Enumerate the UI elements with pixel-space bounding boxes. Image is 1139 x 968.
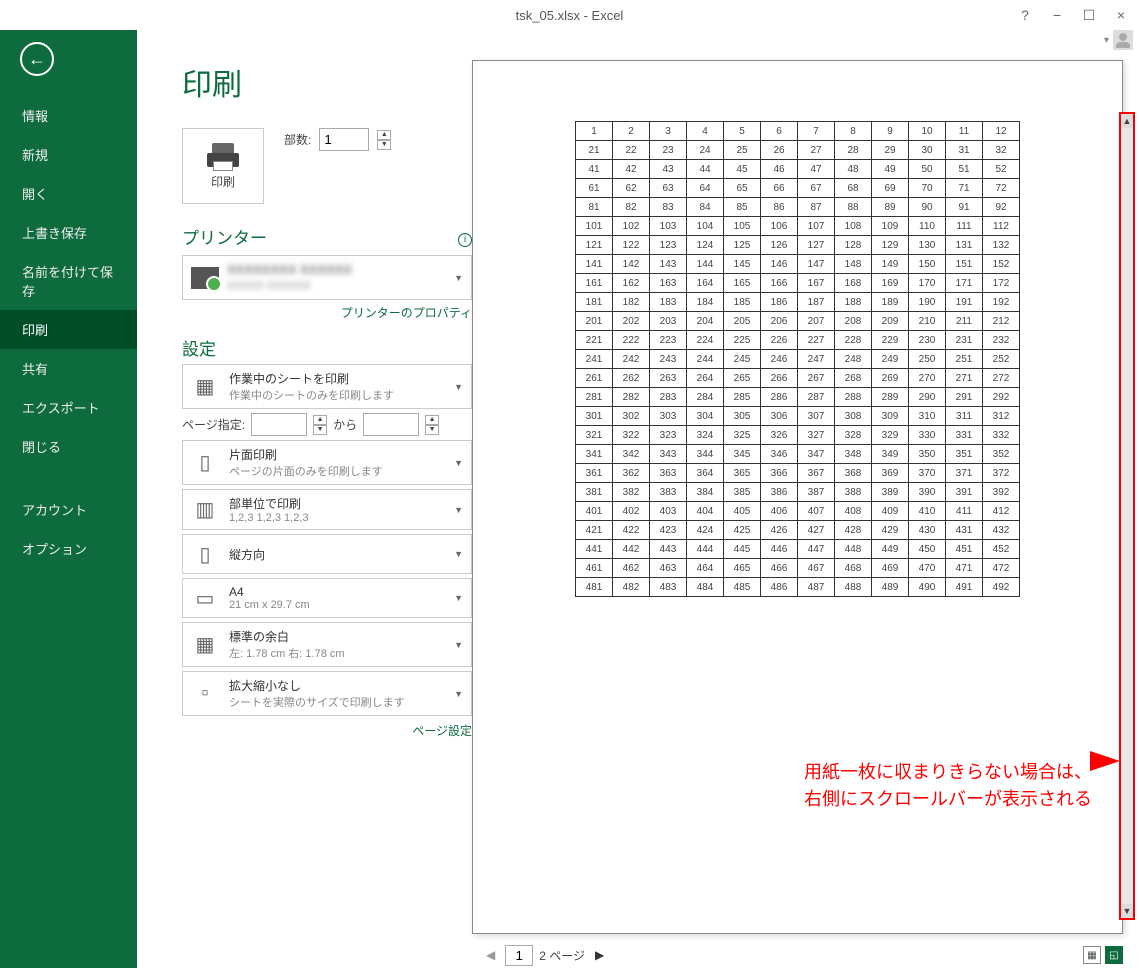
chevron-down-icon: ▼ bbox=[454, 549, 463, 559]
chevron-down-icon: ▼ bbox=[454, 689, 463, 699]
backstage-sidebar: ← 情報新規開く上書き保存名前を付けて保存印刷共有エクスポート閉じるアカウントオ… bbox=[0, 30, 137, 968]
setting-icon: ▭ bbox=[191, 584, 219, 612]
close-button[interactable]: × bbox=[1109, 5, 1133, 25]
copies-label: 部数: bbox=[284, 131, 311, 148]
print-preview: 1234567891011122122232425262728293031324… bbox=[472, 60, 1123, 934]
nav-item-3[interactable]: 上書き保存 bbox=[0, 213, 137, 252]
nav-item-4[interactable]: 名前を付けて保存 bbox=[0, 252, 137, 310]
copies-down[interactable]: ▼ bbox=[377, 140, 391, 150]
preview-scrollbar[interactable]: ▲ ▼ bbox=[1119, 112, 1135, 920]
page-to-input[interactable] bbox=[363, 413, 419, 436]
chevron-down-icon: ▼ bbox=[454, 458, 463, 468]
scroll-down-button[interactable]: ▼ bbox=[1121, 904, 1133, 918]
setting-icon: ▥ bbox=[191, 496, 219, 524]
nav-item-2[interactable]: 開く bbox=[0, 174, 137, 213]
user-avatar[interactable] bbox=[1113, 30, 1133, 50]
printer-selector[interactable]: XXXXXXXX XXXXXX XXXXX XXXXXX ▼ bbox=[182, 255, 472, 300]
chevron-down-icon: ▼ bbox=[454, 640, 463, 650]
nav-item-5[interactable]: 印刷 bbox=[0, 310, 137, 349]
page-from-input[interactable] bbox=[251, 413, 307, 436]
setting-icon: ▯ bbox=[191, 540, 219, 568]
annotation-text: 用紙一枚に収まりきらない場合は、 右側にスクロールバーが表示される bbox=[804, 759, 1092, 813]
page-range-label: ページ指定: bbox=[182, 416, 245, 433]
page-total-label: 2 ページ bbox=[539, 947, 585, 964]
next-page-button[interactable]: ▶ bbox=[591, 948, 608, 962]
setting-box-1[interactable]: ▯片面印刷ページの片面のみを印刷します▼ bbox=[182, 440, 472, 485]
printer-section-header: プリンター bbox=[182, 224, 267, 249]
window-title: tsk_05.xlsx - Excel bbox=[516, 8, 624, 23]
setting-box-3[interactable]: ▯縦方向▼ bbox=[182, 534, 472, 574]
scroll-up-button[interactable]: ▲ bbox=[1121, 114, 1133, 128]
nav-item-8[interactable]: 閉じる bbox=[0, 427, 137, 466]
page-title: 印刷 bbox=[182, 60, 472, 104]
print-button[interactable]: 印刷 bbox=[182, 128, 264, 204]
page-input[interactable] bbox=[505, 945, 533, 966]
nav-item-7[interactable]: エクスポート bbox=[0, 388, 137, 427]
minimize-button[interactable]: − bbox=[1045, 5, 1069, 25]
nav-item-1[interactable]: 新規 bbox=[0, 135, 137, 174]
help-button[interactable]: ? bbox=[1013, 5, 1037, 25]
chevron-down-icon: ▼ bbox=[454, 273, 463, 283]
setting-box-4[interactable]: ▭A421 cm x 29.7 cm▼ bbox=[182, 578, 472, 618]
chevron-down-icon: ▼ bbox=[454, 593, 463, 603]
preview-table: 1234567891011122122232425262728293031324… bbox=[575, 121, 1020, 597]
print-button-label: 印刷 bbox=[211, 173, 235, 190]
setting-box-2[interactable]: ▥部単位で印刷1,2,3 1,2,3 1,2,3▼ bbox=[182, 489, 472, 530]
printer-icon bbox=[207, 143, 239, 167]
nav-item-10[interactable]: オプション bbox=[0, 529, 137, 568]
setting-box-0[interactable]: ▦作業中のシートを印刷作業中のシートのみを印刷します▼ bbox=[182, 364, 472, 409]
maximize-button[interactable]: ☐ bbox=[1077, 5, 1101, 25]
zoom-to-page-button[interactable]: ◱ bbox=[1105, 946, 1123, 964]
setting-icon: ▯ bbox=[191, 449, 219, 477]
ribbon-toggle-icon[interactable]: ▾ bbox=[1104, 35, 1109, 46]
chevron-down-icon: ▼ bbox=[454, 382, 463, 392]
annotation-arrow-icon bbox=[1090, 751, 1120, 771]
titlebar: tsk_05.xlsx - Excel ? − ☐ × bbox=[0, 0, 1139, 30]
setting-icon: ▦ bbox=[191, 373, 219, 401]
printer-properties-link[interactable]: プリンターのプロパティ bbox=[182, 304, 472, 321]
printer-name: XXXXXXXX XXXXXX bbox=[227, 262, 446, 279]
nav-item-0[interactable]: 情報 bbox=[0, 96, 137, 135]
copies-input[interactable] bbox=[319, 128, 369, 151]
info-icon[interactable]: i bbox=[458, 233, 472, 247]
printer-status: XXXXX XXXXXX bbox=[227, 279, 446, 293]
prev-page-button[interactable]: ◀ bbox=[482, 948, 499, 962]
printer-status-icon bbox=[191, 267, 219, 289]
nav-item-6[interactable]: 共有 bbox=[0, 349, 137, 388]
setting-icon: ▫ bbox=[191, 680, 219, 708]
setting-icon: ▦ bbox=[191, 631, 219, 659]
copies-up[interactable]: ▲ bbox=[377, 130, 391, 140]
setting-box-6[interactable]: ▫拡大縮小なしシートを実際のサイズで印刷します▼ bbox=[182, 671, 472, 716]
settings-header: 設定 bbox=[182, 335, 472, 360]
page-navigation: ◀ 2 ページ ▶ ▦ ◱ bbox=[472, 942, 1131, 968]
show-margins-button[interactable]: ▦ bbox=[1083, 946, 1101, 964]
page-setup-link[interactable]: ページ設定 bbox=[182, 722, 472, 739]
back-button[interactable]: ← bbox=[20, 42, 54, 76]
setting-box-5[interactable]: ▦標準の余白左: 1.78 cm 右: 1.78 cm▼ bbox=[182, 622, 472, 667]
nav-item-9[interactable]: アカウント bbox=[0, 490, 137, 529]
chevron-down-icon: ▼ bbox=[454, 505, 463, 515]
scroll-track[interactable] bbox=[1121, 128, 1133, 904]
